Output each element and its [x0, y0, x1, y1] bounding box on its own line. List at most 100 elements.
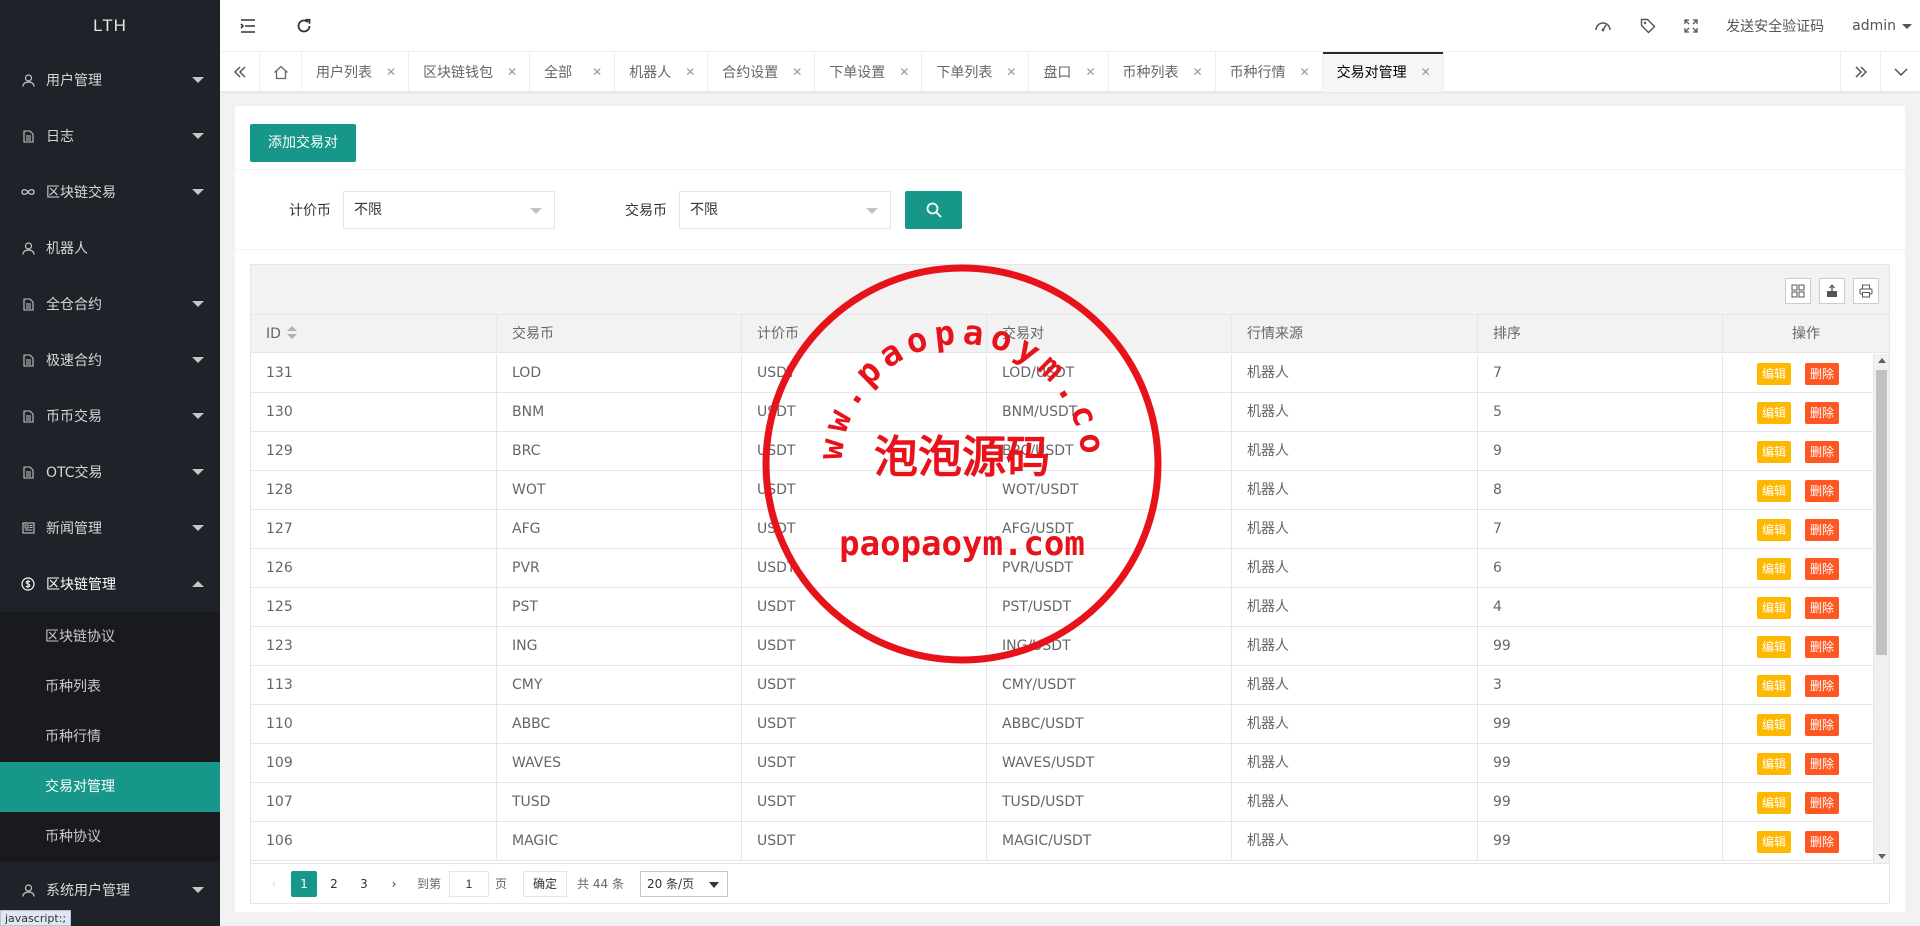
file-icon [20, 128, 36, 144]
table-cell: 9 [1478, 432, 1723, 471]
search-button[interactable] [905, 190, 962, 229]
page-number-button[interactable]: 3 [351, 871, 377, 897]
tab[interactable]: 币种列表 ✕ [1109, 52, 1216, 92]
send-security-code-button[interactable]: 发送安全验证码 [1712, 0, 1838, 52]
delete-button[interactable]: 删除 [1805, 557, 1840, 580]
edit-button[interactable]: 编辑 [1756, 557, 1791, 580]
tab[interactable]: 下单列表 ✕ [922, 52, 1030, 92]
delete-button[interactable]: 删除 [1805, 830, 1840, 853]
sidebar-item[interactable]: 用户管理 [0, 52, 220, 108]
content-card: 添加交易对 计价币 不限 交易币 不限 ID 交易币 计价币 交易对 行情来源 … [235, 106, 1905, 912]
tab[interactable]: 盘口 ✕ [1029, 52, 1109, 92]
prev-page-icon[interactable]: ‹ [261, 871, 287, 897]
delete-button[interactable]: 删除 [1805, 401, 1840, 424]
tabs-scroll-right-icon[interactable] [1840, 52, 1880, 92]
close-icon[interactable]: ✕ [1085, 65, 1095, 79]
quote-currency-select[interactable]: 不限 [343, 190, 555, 229]
home-tab-icon[interactable] [260, 52, 302, 92]
sidebar-item[interactable]: 币币交易 [0, 388, 220, 444]
print-icon[interactable] [1853, 278, 1879, 304]
tag-icon[interactable] [1626, 0, 1670, 52]
table-scrollbar[interactable] [1873, 354, 1889, 863]
tab[interactable]: 用户列表 ✕ [302, 52, 410, 92]
tab[interactable]: 币种行情 ✕ [1216, 52, 1323, 92]
tab[interactable]: 机器人 ✕ [615, 52, 709, 92]
edit-button[interactable]: 编辑 [1756, 596, 1791, 619]
edit-button[interactable]: 编辑 [1756, 362, 1791, 385]
close-icon[interactable]: ✕ [507, 65, 517, 79]
sidebar-item[interactable]: 机器人 [0, 220, 220, 276]
tab-label: 全部 [544, 65, 573, 81]
edit-button[interactable]: 编辑 [1756, 830, 1791, 853]
delete-button[interactable]: 删除 [1805, 752, 1840, 775]
edit-button[interactable]: 编辑 [1756, 401, 1791, 424]
sidebar-subitem[interactable]: 币种行情 [0, 712, 220, 762]
sidebar-item[interactable]: 区块链交易 [0, 164, 220, 220]
sort-icon[interactable] [286, 326, 297, 340]
tab[interactable]: 下单设置 ✕ [815, 52, 923, 92]
scroll-down-icon[interactable] [1878, 854, 1886, 859]
close-icon[interactable]: ✕ [592, 65, 602, 79]
tab[interactable]: 合约设置 ✕ [708, 52, 816, 92]
page-number-button[interactable]: 1 [291, 870, 317, 897]
edit-button[interactable]: 编辑 [1756, 440, 1791, 463]
edit-button[interactable]: 编辑 [1756, 674, 1791, 697]
close-icon[interactable]: ✕ [792, 65, 802, 79]
goto-confirm-button[interactable]: 确定 [523, 870, 568, 897]
close-icon[interactable]: ✕ [899, 65, 909, 79]
sidebar-item[interactable]: 极速合约 [0, 332, 220, 388]
close-icon[interactable]: ✕ [1300, 65, 1310, 79]
delete-button[interactable]: 删除 [1805, 713, 1840, 736]
delete-button[interactable]: 删除 [1805, 596, 1840, 619]
delete-button[interactable]: 删除 [1805, 518, 1840, 541]
delete-button[interactable]: 删除 [1805, 479, 1840, 502]
close-icon[interactable]: ✕ [1006, 65, 1016, 79]
sidebar-subitem[interactable]: 币种协议 [0, 812, 220, 862]
delete-button[interactable]: 删除 [1805, 440, 1840, 463]
delete-button[interactable]: 删除 [1805, 791, 1840, 814]
export-icon[interactable] [1819, 278, 1845, 304]
edit-button[interactable]: 编辑 [1756, 713, 1791, 736]
sidebar-item[interactable]: OTC交易 [0, 444, 220, 500]
edit-button[interactable]: 编辑 [1756, 635, 1791, 658]
tab[interactable]: 交易对管理 ✕ [1322, 52, 1444, 92]
menu-toggle-icon[interactable] [220, 0, 276, 52]
user-menu[interactable]: admin [1838, 0, 1920, 52]
add-trading-pair-button[interactable]: 添加交易对 [250, 124, 356, 162]
close-icon[interactable]: ✕ [386, 65, 396, 79]
goto-page-input[interactable] [449, 870, 490, 897]
close-icon[interactable]: ✕ [685, 65, 695, 79]
sidebar-subitem[interactable]: 币种列表 [0, 662, 220, 712]
delete-button[interactable]: 删除 [1805, 635, 1840, 658]
refresh-icon[interactable] [276, 0, 332, 52]
delete-button[interactable]: 删除 [1805, 674, 1840, 697]
delete-button[interactable]: 删除 [1805, 362, 1840, 385]
edit-button[interactable]: 编辑 [1756, 518, 1791, 541]
app-logo: LTH [93, 16, 127, 35]
sidebar-item[interactable]: 日志 [0, 108, 220, 164]
page-number-button[interactable]: 2 [321, 871, 347, 897]
sidebar-subitem[interactable]: 交易对管理 [0, 762, 220, 812]
base-currency-select[interactable]: 不限 [679, 190, 891, 229]
sidebar-item[interactable]: 区块链管理 [0, 556, 220, 612]
sidebar-item[interactable]: 全仓合约 [0, 276, 220, 332]
fullscreen-icon[interactable] [1670, 0, 1712, 52]
tabs-menu-chevron-down-icon[interactable] [1880, 52, 1920, 92]
sidebar-item[interactable]: 新闻管理 [0, 500, 220, 556]
edit-button[interactable]: 编辑 [1756, 752, 1791, 775]
column-header[interactable]: ID [251, 315, 497, 353]
edit-button[interactable]: 编辑 [1756, 479, 1791, 502]
next-page-icon[interactable]: › [381, 871, 407, 897]
sidebar-subitem[interactable]: 区块链协议 [0, 612, 220, 662]
tab[interactable]: 全部 ✕ [530, 52, 616, 92]
tabs-scroll-left-icon[interactable] [220, 52, 260, 92]
scroll-thumb[interactable] [1876, 370, 1887, 655]
tab[interactable]: 区块链钱包 ✕ [409, 52, 531, 92]
scroll-up-icon[interactable] [1878, 358, 1886, 363]
close-icon[interactable]: ✕ [1193, 65, 1203, 79]
edit-button[interactable]: 编辑 [1756, 791, 1791, 814]
page-size-select[interactable]: 20 条/页 [639, 870, 728, 897]
columns-filter-icon[interactable] [1785, 278, 1811, 304]
theme-icon[interactable] [1580, 0, 1626, 52]
close-icon[interactable]: ✕ [1421, 65, 1431, 79]
